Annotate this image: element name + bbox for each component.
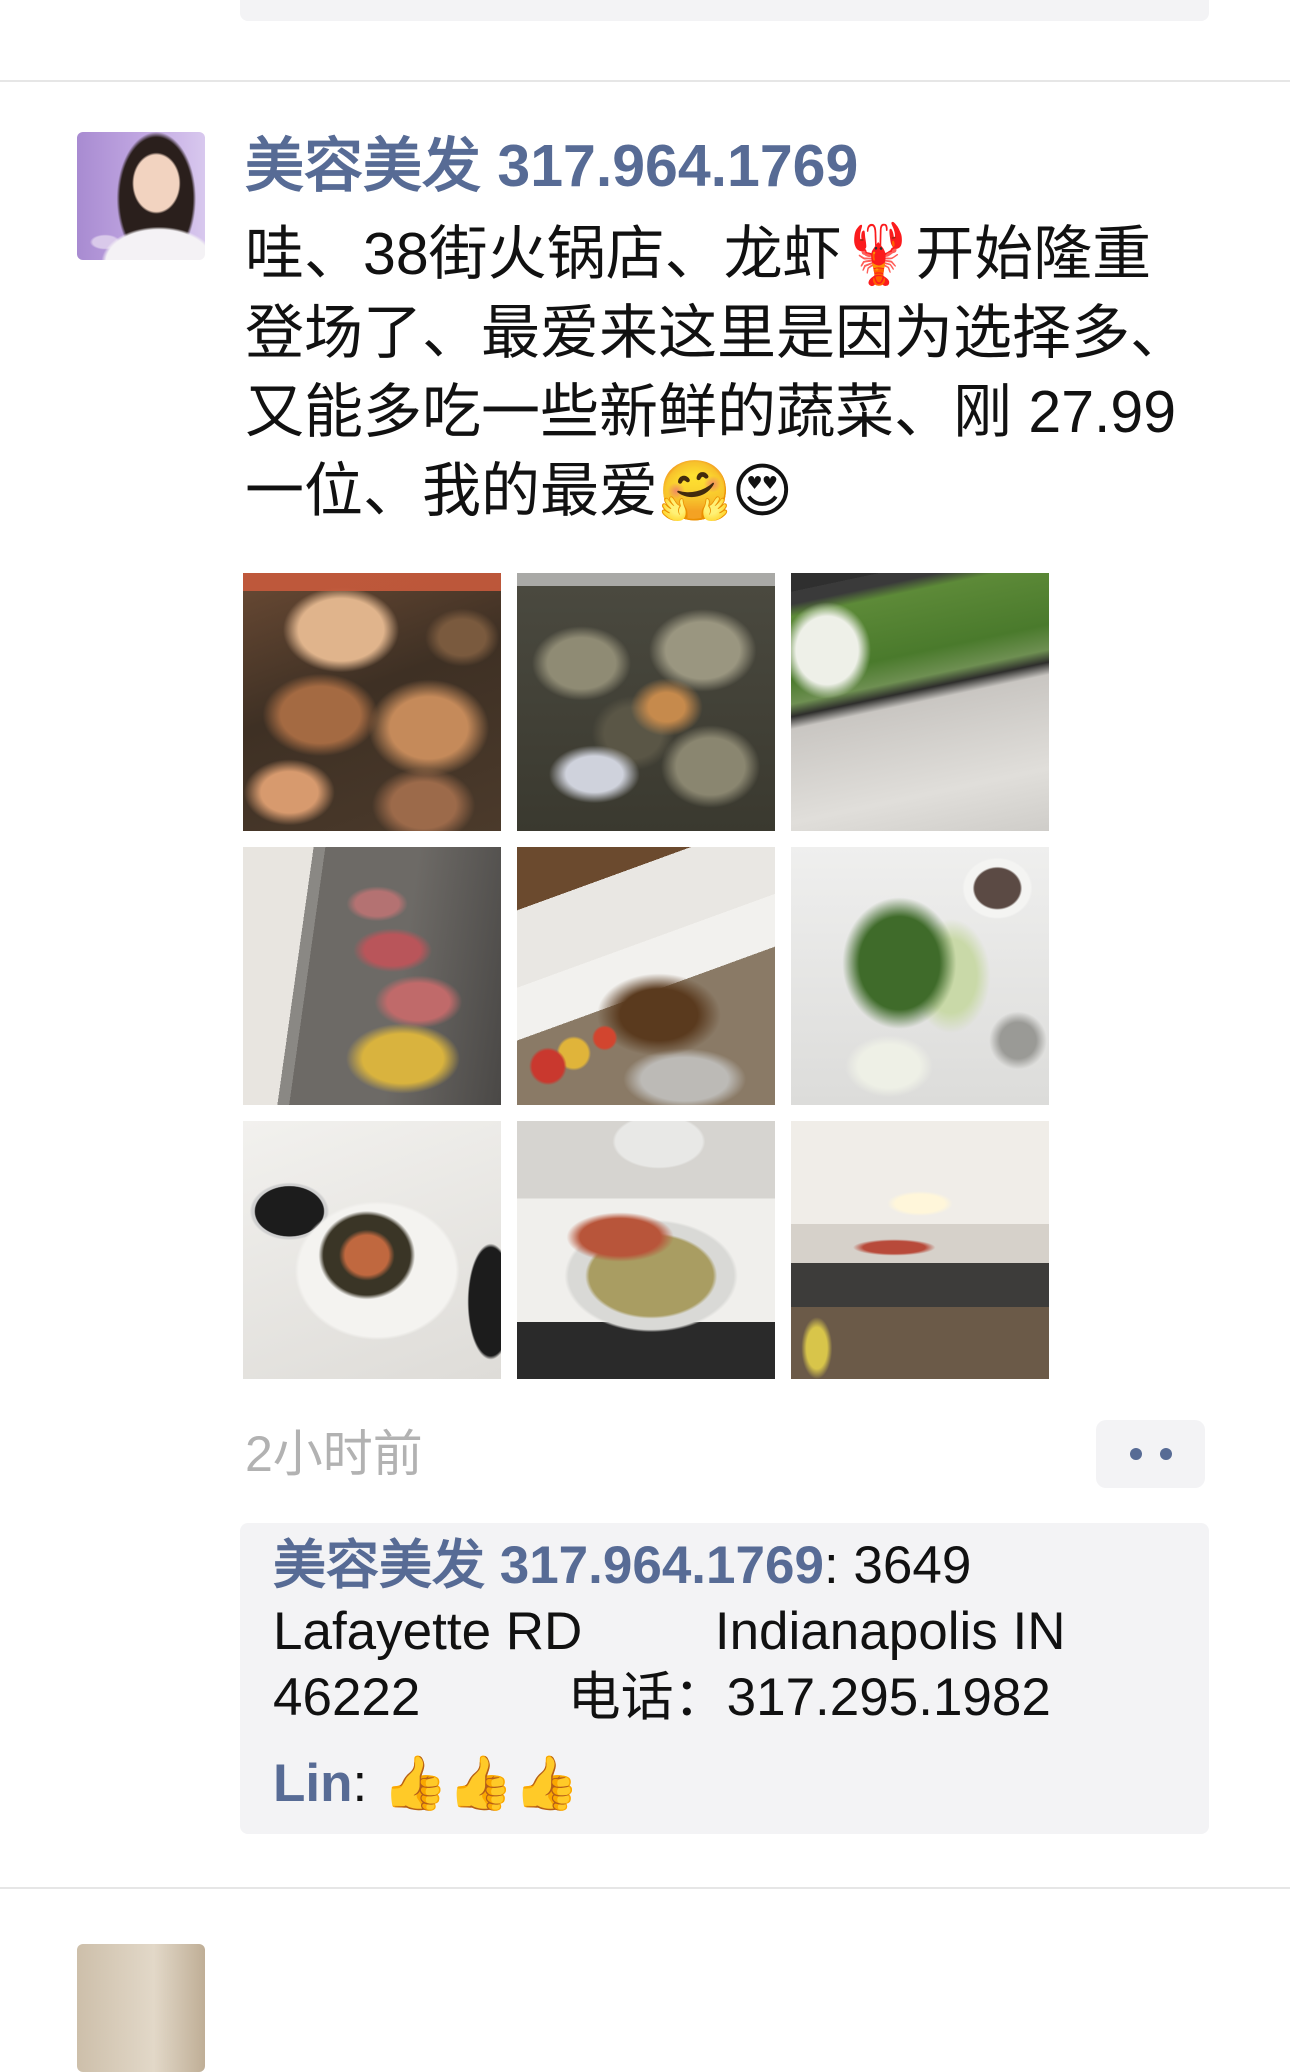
post-photo-3[interactable] [791,573,1049,831]
post-photo-2[interactable] [517,573,775,831]
photo-grid [243,573,1049,1379]
comment-text: 👍👍👍 [381,1754,580,1813]
post-photo-8[interactable] [517,1121,775,1379]
post-divider-bottom [0,1887,1290,1889]
author-avatar[interactable] [77,132,205,260]
comment-separator: : [823,1536,854,1595]
post-photo-1[interactable] [243,573,501,831]
post-text: 哇、38街火锅店、龙虾🦞开始隆重登场了、最爱来这里是因为选择多、又能多吃一些新鲜… [245,221,1190,524]
comment-author[interactable]: 美容美发 317.964.1769 [273,1536,824,1595]
more-dots-icon [1129,1448,1172,1460]
previous-post-comment-box [240,0,1209,21]
post-divider-top [0,80,1290,82]
post-photo-5[interactable] [517,847,775,1105]
post-time: 2小时前 [245,1426,423,1482]
next-post-avatar[interactable] [77,1944,205,2072]
post-photo-6[interactable] [791,847,1049,1105]
post-photo-7[interactable] [243,1121,501,1379]
more-actions-button[interactable] [1096,1420,1205,1488]
author-name[interactable]: 美容美发 317.964.1769 [245,130,858,202]
comment-author[interactable]: Lin [273,1754,352,1813]
comment-box: 美容美发 317.964.1769: 3649 Lafayette RD Ind… [240,1523,1209,1834]
post-photo-4[interactable] [243,847,501,1105]
comment-separator: : [352,1754,382,1813]
comment-item[interactable]: 美容美发 317.964.1769: 3649 Lafayette RD Ind… [273,1533,1153,1731]
comment-item[interactable]: Lin: 👍👍👍 [273,1747,1153,1821]
post-photo-9[interactable] [791,1121,1049,1379]
